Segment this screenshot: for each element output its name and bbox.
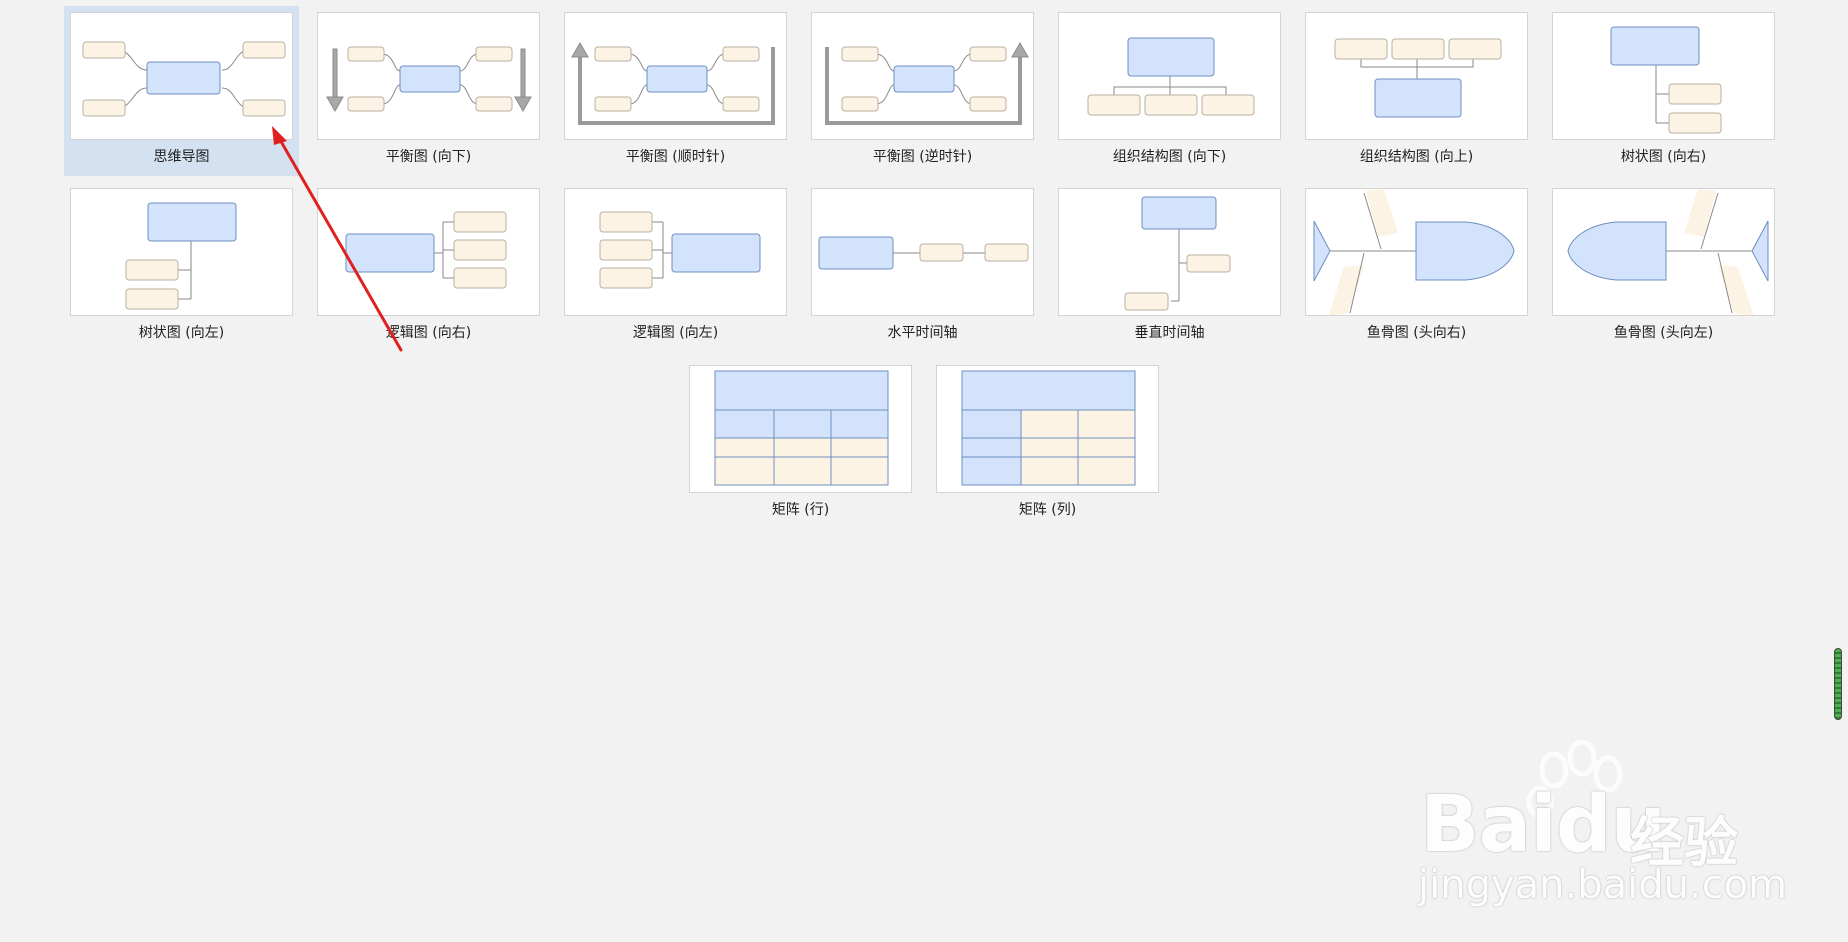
template-matrix-row[interactable]: 矩阵 (行)	[683, 359, 918, 529]
template-label: 组织结构图 (向下)	[1112, 149, 1227, 165]
template-thumbnail	[564, 188, 787, 316]
timeline-vertical-diagram	[1124, 196, 1231, 311]
template-mind-map[interactable]: 思维导图	[64, 6, 299, 176]
template-balance-down[interactable]: 平衡图 (向下)	[311, 6, 546, 176]
template-fishbone-left[interactable]: 鱼骨图 (头向左)	[1546, 182, 1781, 352]
watermark-product: 经验	[1630, 811, 1738, 874]
balance-counterclockwise-diagram	[825, 41, 1029, 125]
template-thumbnail	[1552, 12, 1775, 140]
template-matrix-column[interactable]: 矩阵 (列)	[930, 359, 1165, 529]
template-label: 水平时间轴	[887, 325, 958, 341]
template-thumbnail	[70, 188, 293, 316]
template-label: 思维导图	[153, 149, 210, 165]
template-thumbnail	[1058, 188, 1281, 316]
watermark-brand: Baidu	[1420, 780, 1666, 870]
template-tree-left[interactable]: 树状图 (向左)	[64, 182, 299, 352]
template-label: 平衡图 (逆时针)	[872, 149, 973, 165]
template-thumbnail	[564, 12, 787, 140]
template-org-chart-down[interactable]: 组织结构图 (向下)	[1052, 6, 1287, 176]
template-timeline-vertical[interactable]: 垂直时间轴	[1052, 182, 1287, 352]
template-balance-clockwise[interactable]: 平衡图 (顺时针)	[558, 6, 793, 176]
template-label: 垂直时间轴	[1134, 325, 1205, 341]
matrix-column-diagram	[961, 370, 1136, 486]
paw-logo-icon	[1526, 740, 1623, 819]
template-logic-left[interactable]: 逻辑图 (向左)	[558, 182, 793, 352]
template-label: 树状图 (向左)	[138, 325, 225, 341]
template-timeline-horizontal[interactable]: 水平时间轴	[805, 182, 1040, 352]
template-balance-counterclockwise[interactable]: 平衡图 (逆时针)	[805, 6, 1040, 176]
timeline-horizontal-diagram	[818, 236, 1029, 270]
template-thumbnail	[1305, 188, 1528, 316]
template-label: 逻辑图 (向右)	[385, 325, 472, 341]
logic-left-diagram	[599, 211, 761, 289]
template-label: 矩阵 (行)	[771, 502, 830, 518]
template-org-chart-up[interactable]: 组织结构图 (向上)	[1299, 6, 1534, 176]
template-label: 鱼骨图 (头向左)	[1613, 325, 1714, 341]
logic-right-diagram	[345, 211, 507, 289]
template-label: 逻辑图 (向左)	[632, 325, 719, 341]
template-thumbnail	[317, 188, 540, 316]
matrix-row-diagram	[714, 370, 889, 486]
org-chart-up-diagram	[1334, 38, 1502, 118]
template-thumbnail	[317, 12, 540, 140]
template-thumbnail	[936, 365, 1159, 493]
template-thumbnail	[811, 188, 1034, 316]
template-tree-right[interactable]: 树状图 (向右)	[1546, 6, 1781, 176]
mind-map-diagram	[82, 41, 286, 117]
template-thumbnail	[1552, 188, 1775, 316]
org-chart-down-diagram	[1087, 37, 1255, 116]
template-label: 平衡图 (向下)	[385, 149, 472, 165]
template-thumbnail	[70, 12, 293, 140]
watermark-url: jingyan.baidu.com	[1418, 862, 1788, 908]
tree-right-diagram	[1610, 26, 1722, 134]
fishbone-right-diagram	[1313, 189, 1515, 315]
template-thumbnail	[811, 12, 1034, 140]
template-thumbnail	[1058, 12, 1281, 140]
template-label: 组织结构图 (向上)	[1359, 149, 1474, 165]
baidu-jingyan-watermark: Baidu 经验 jingyan.baidu.com	[1410, 740, 1830, 910]
fishbone-left-diagram	[1567, 189, 1769, 315]
template-thumbnail	[1305, 12, 1528, 140]
template-thumbnail	[689, 365, 912, 493]
template-label: 矩阵 (列)	[1018, 502, 1077, 518]
template-label: 平衡图 (顺时针)	[625, 149, 726, 165]
scrollbar-thumb[interactable]	[1834, 648, 1842, 720]
template-logic-right[interactable]: 逻辑图 (向右)	[311, 182, 546, 352]
balance-clockwise-diagram	[571, 41, 775, 125]
template-label: 鱼骨图 (头向右)	[1366, 325, 1467, 341]
tree-left-diagram	[125, 202, 237, 310]
template-label: 树状图 (向右)	[1620, 149, 1707, 165]
template-fishbone-right[interactable]: 鱼骨图 (头向右)	[1299, 182, 1534, 352]
balance-down-diagram	[326, 46, 532, 113]
